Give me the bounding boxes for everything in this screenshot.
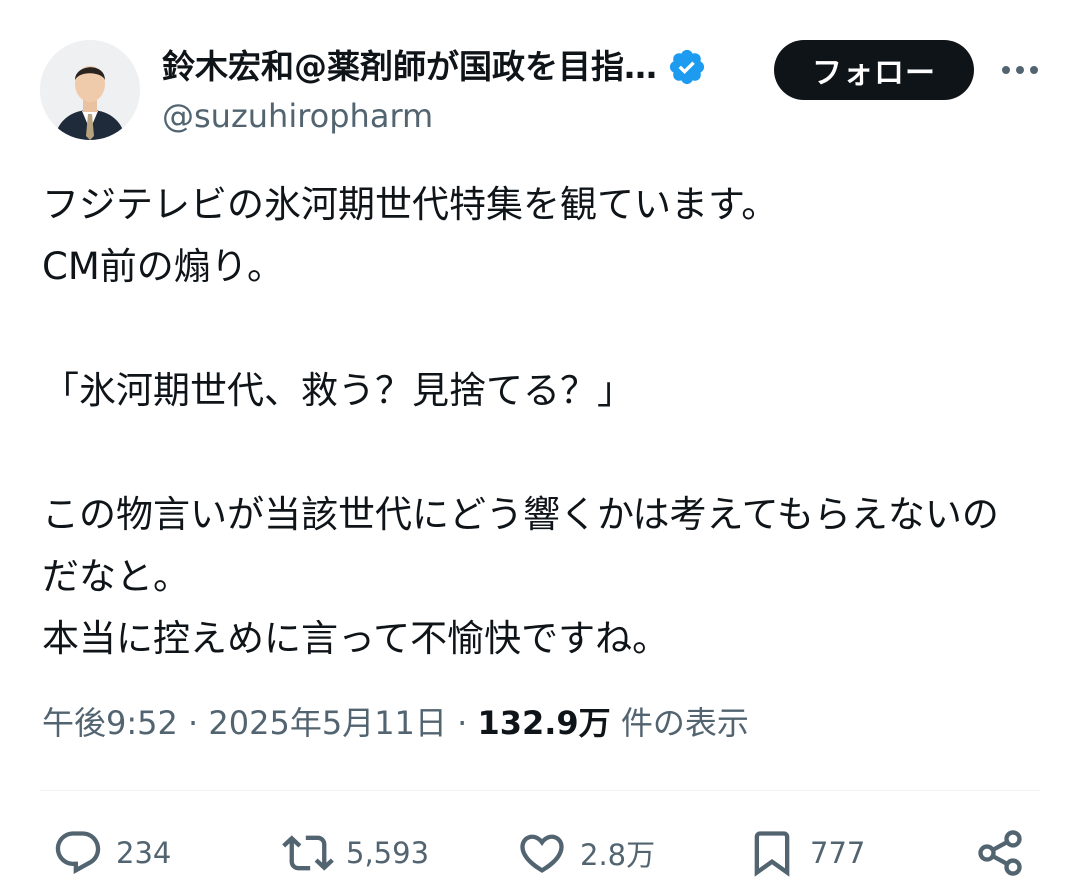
retweet-button[interactable]: 5,593: [282, 826, 429, 880]
author-handle[interactable]: @suzuhiropharm: [162, 94, 433, 138]
like-count: 2.8万: [580, 838, 656, 872]
heart-icon: [520, 834, 564, 873]
share-button[interactable]: [974, 826, 1026, 880]
retweet-icon: [282, 835, 334, 871]
reply-icon: [55, 831, 101, 875]
tweet-date[interactable]: 2025年5月11日: [208, 704, 447, 742]
tweet-text: フジテレビの氷河期世代特集を観ています。 CM前の煽り。 「氷河期世代、救う？見…: [42, 183, 999, 660]
views-label: 件の表示: [620, 704, 749, 742]
reply-count: 234: [116, 836, 172, 870]
bookmark-count: 777: [810, 836, 866, 870]
meta-separator: ·: [188, 704, 199, 742]
tweet-meta: 午後9:52 · 2025年5月11日 · 132.9万 件の表示: [42, 695, 749, 751]
follow-button[interactable]: フォロー: [774, 40, 974, 100]
display-name-text[interactable]: 鈴木宏和@薬剤師が国政を目指…: [162, 42, 657, 92]
verified-badge-icon[interactable]: [667, 47, 707, 87]
share-icon: [978, 830, 1022, 876]
avatar-photo: [40, 40, 140, 140]
bookmark-icon: [754, 831, 790, 877]
like-button[interactable]: 2.8万: [516, 826, 655, 880]
bookmark-button[interactable]: 777: [746, 826, 865, 880]
avatar[interactable]: [40, 40, 140, 140]
tweet-time[interactable]: 午後9:52: [42, 704, 178, 742]
divider: [40, 790, 1040, 791]
views-count[interactable]: 132.9万: [477, 704, 610, 742]
retweet-count: 5,593: [346, 836, 430, 870]
reply-button[interactable]: 234: [52, 826, 171, 880]
meta-separator: ·: [457, 704, 468, 742]
author-display-name[interactable]: 鈴木宏和@薬剤師が国政を目指…: [162, 42, 707, 92]
more-options-icon[interactable]: [996, 52, 1044, 88]
